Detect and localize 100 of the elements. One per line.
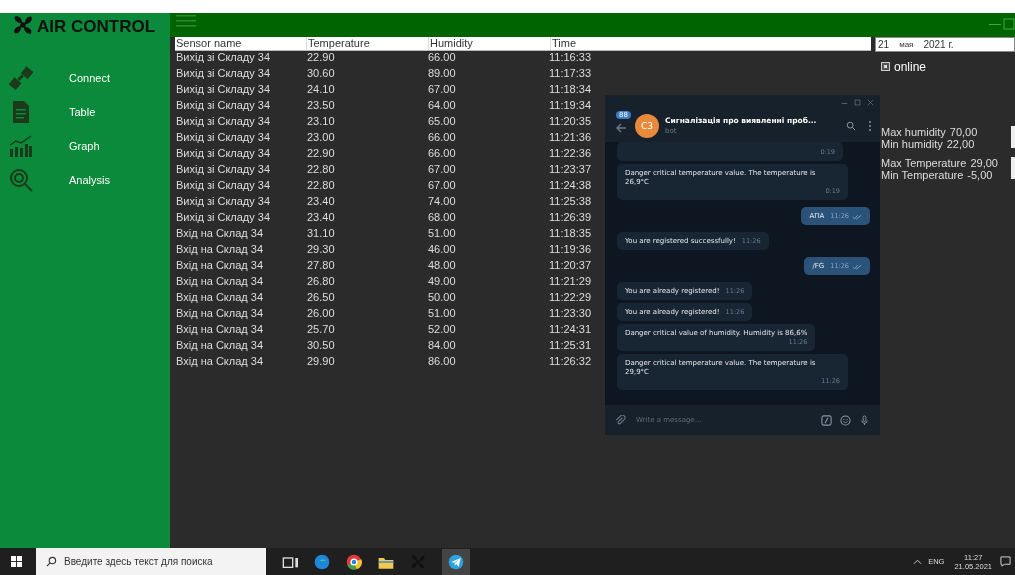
table-cell-text: 89.00 [427,67,457,81]
column-header[interactable]: Temperature [307,37,429,50]
table-cell-text: 11:16:33 [548,51,592,65]
table-cell-text: 11:21:36 [548,131,592,145]
browser-icon[interactable] [346,553,362,570]
table-cell-text: 11:24:38 [548,179,592,193]
back-arrow-icon[interactable] [615,121,627,134]
limit-label: Max humidity [881,126,946,138]
table-cell-text: 66.00 [427,147,457,161]
app-title: AIR CONTROL [37,17,156,37]
table-cell-text: 65.00 [427,115,457,129]
search-icon [46,556,57,567]
close-icon[interactable] [867,98,874,106]
table-cell-text: 11:17:33 [548,67,592,81]
search-icon[interactable] [846,120,856,131]
more-icon[interactable] [868,119,872,132]
table-cell-text: 11:23:30 [548,307,592,321]
table-cell-text: Вихід зі Складу 34 [175,131,272,145]
table-cell-text: Вихід зі Складу 34 [175,99,272,113]
table-cell-text: 51.00 [427,307,457,321]
column-header[interactable]: Time [551,37,871,50]
table-cell-text: Вхід на Склад 34 [175,323,264,337]
table-cell-text: 51.00 [427,227,457,241]
table-cell-text: Вихід зі Складу 34 [175,179,272,193]
table-cell-text: 11:19:36 [548,243,592,257]
table-cell-text: 11:18:35 [548,227,592,241]
table-cell-text: 52.00 [427,323,457,337]
table-cell-text: 24.10 [306,83,336,97]
search-field[interactable]: Введите здесь текст для поиска [36,548,266,575]
table-cell-text: 84.00 [427,339,457,353]
table-cell-text: 22.80 [306,163,336,177]
notifications-icon[interactable] [1000,556,1011,567]
emoji-icon[interactable] [840,414,851,426]
table-cell-text: 11:25:38 [548,195,592,209]
table-cell-text: 66.00 [427,131,457,145]
table-cell-text: Вихід зі Складу 34 [175,67,272,81]
maximize-icon[interactable] [854,98,861,106]
windows-icon[interactable] [11,556,22,567]
nav-link[interactable]: Analysis [69,174,110,186]
chart-icon[interactable] [9,133,33,159]
table-cell-text: 29.90 [306,355,336,369]
table-cell-text: Вхід на Склад 34 [175,355,264,369]
table-cell-text: 11:21:29 [548,275,592,289]
table-cell-text: 11:20:37 [548,259,592,273]
paperclip-icon[interactable] [615,414,626,426]
browser-icon[interactable] [314,553,330,570]
table-cell-text: Вхід на Склад 34 [175,243,264,257]
table-cell-text: 11:20:35 [548,115,592,129]
table-cell-text: 11:26:32 [548,355,592,369]
nav-link[interactable]: Graph [69,140,100,152]
table-cell-text: Вихід зі Складу 34 [175,51,272,65]
table-cell-text: Вихід зі Складу 34 [175,83,272,97]
table-cell-text: 11:22:36 [548,147,592,161]
fan-icon [12,14,34,36]
limit-value: 29,00 [970,157,998,169]
table-cell-text: 67.00 [427,83,457,97]
table-cell-text: 67.00 [427,179,457,193]
table-cell-text: Вихід зі Складу 34 [175,115,272,129]
nav-link[interactable]: Connect [69,72,110,84]
table-cell-text: 86.00 [427,355,457,369]
maximize-icon[interactable] [1003,18,1015,30]
table-cell-text: 74.00 [427,195,457,209]
limit-label: Max Temperature [881,157,967,169]
column-header[interactable]: Humidity [429,37,551,50]
date-picker[interactable]: 21 мая 2021 г. [875,37,1015,52]
limit-value: 70,00 [949,126,978,138]
table-cell-text: 66.00 [427,51,457,65]
table-cell-text: Вихід зі Складу 34 [175,195,272,209]
table-cell-text: 46.00 [427,243,457,257]
magnifier-icon[interactable] [9,167,33,193]
table-cell-text: 67.00 [427,163,457,177]
chevron-up-icon[interactable] [913,558,923,565]
table-cell-text: 11:26:39 [548,211,592,225]
table-cell-text: 26.80 [306,275,336,289]
table-cell-text: 50.00 [427,291,457,305]
limit-label: Min Temperature [881,169,964,181]
table-cell-text: 22.80 [306,179,336,193]
table-cell-text: 11:18:34 [548,83,592,97]
table-cell-text: 31.10 [306,227,336,241]
table-cell-text: 22.90 [306,147,336,161]
limit-value: -5,00 [967,169,993,181]
table-cell-text: 23.40 [306,195,336,209]
table-cell-text: Вхід на Склад 34 [175,275,264,289]
online-checkbox[interactable] [881,62,890,71]
table-cell-text: 64.00 [427,99,457,113]
command-icon[interactable] [821,414,832,426]
table-cell-text: 23.40 [306,211,336,225]
table-cell-text: 22.90 [306,51,336,65]
table-cell-text: 29.30 [306,243,336,257]
plug-icon[interactable] [9,65,33,91]
table-cell-text: Вхід на Склад 34 [175,291,264,305]
avatar: C3 [635,113,659,138]
table-cell-text: 23.50 [306,99,336,113]
microphone-icon[interactable] [859,414,870,426]
table-cell-text: 30.60 [306,67,336,81]
column-header[interactable]: Sensor name [175,37,307,50]
telegram-icon[interactable] [442,548,470,575]
nav-link[interactable]: Table [69,106,96,118]
table-cell-text: 30.50 [306,339,336,353]
table-cell-text: 11:23:37 [548,163,592,177]
